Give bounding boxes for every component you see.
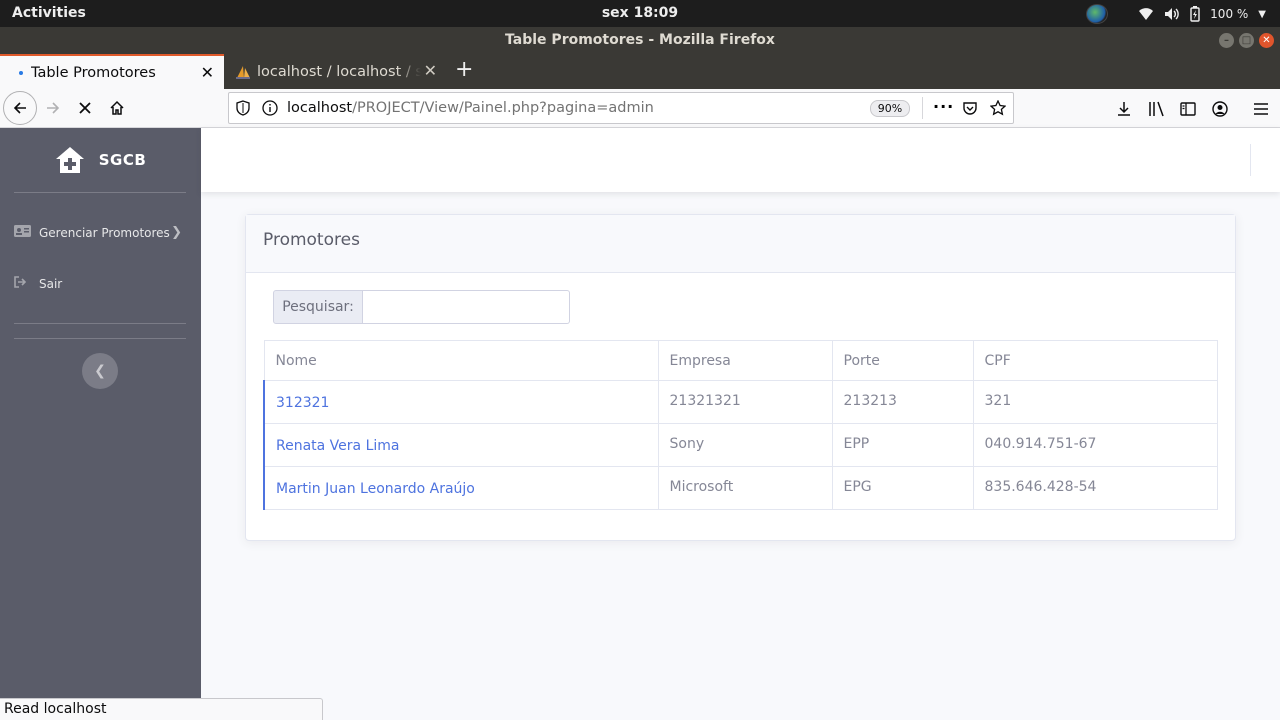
- maximize-button[interactable]: □: [1239, 33, 1254, 48]
- promotores-table: Nome Empresa Porte CPF 312321 21321321 2…: [263, 340, 1218, 510]
- new-tab-button[interactable]: +: [455, 59, 473, 81]
- chevron-left-icon: ❮: [94, 363, 106, 379]
- volume-icon: [1165, 8, 1179, 20]
- window-title-bar: Table Promotores - Mozilla Firefox – □ ✕: [0, 27, 1280, 54]
- sidebar-divider: [14, 338, 186, 339]
- topbar-divider: [1250, 144, 1251, 176]
- status-bar: Read localhost: [0, 698, 323, 720]
- sidebar-divider: [14, 323, 186, 324]
- brand-text: SGCB: [98, 151, 147, 169]
- column-header-cpf[interactable]: CPF: [972, 340, 1218, 381]
- arrow-left-icon: [13, 102, 26, 114]
- info-icon[interactable]: [262, 100, 278, 116]
- nav-toolbar: localhost/PROJECT/View/Painel.php?pagina…: [0, 89, 1280, 128]
- card-title: Promotores: [246, 215, 1235, 273]
- table-row[interactable]: Martin Juan Leonardo Araújo Microsoft EP…: [263, 466, 1218, 510]
- cell-empresa: Sony: [657, 423, 833, 467]
- cell-cpf: 040.914.751-67: [972, 423, 1218, 467]
- window-controls: – □ ✕: [1219, 33, 1274, 48]
- battery-icon: [1190, 6, 1200, 22]
- search-input[interactable]: [363, 290, 570, 324]
- cell-nome-link[interactable]: 312321: [263, 380, 659, 424]
- phpmyadmin-sail-icon: [236, 65, 250, 79]
- wifi-icon: [1139, 8, 1154, 20]
- bookmark-star-icon[interactable]: [990, 100, 1006, 116]
- pocket-icon[interactable]: [962, 100, 978, 116]
- back-button[interactable]: [3, 91, 37, 125]
- column-header-empresa[interactable]: Empresa: [657, 340, 833, 381]
- tab-strip: Table Promotores ✕ localhost / localhost…: [0, 54, 1280, 89]
- tab-table-promotores[interactable]: Table Promotores ✕: [0, 54, 224, 89]
- stop-button[interactable]: [69, 93, 101, 123]
- system-tray[interactable]: 100 % ▼: [1086, 4, 1266, 24]
- sidebar: SGCB Gerenciar Promotores ❯ Sair ❮: [0, 128, 201, 720]
- downloads-icon[interactable]: [1116, 101, 1132, 117]
- tab-label: Table Promotores: [31, 64, 156, 81]
- gnome-top-bar: Activities sex 18:09 100 % ▼: [0, 0, 1280, 27]
- cell-porte: EPG: [831, 466, 974, 510]
- sidebar-item-sair[interactable]: Sair: [14, 276, 186, 291]
- sidebar-toggle-button[interactable]: ❮: [82, 353, 118, 389]
- battery-percent: 100 %: [1210, 7, 1249, 21]
- column-header-porte[interactable]: Porte: [831, 340, 974, 381]
- cell-porte: EPP: [831, 423, 974, 467]
- chevron-right-icon: ❯: [171, 225, 182, 240]
- library-icon[interactable]: [1148, 101, 1165, 117]
- sidebar-item-gerenciar-promotores[interactable]: Gerenciar Promotores ❯: [14, 225, 186, 240]
- cell-nome-link[interactable]: Renata Vera Lima: [263, 423, 659, 467]
- tab-phpmyadmin[interactable]: localhost / localhost / sc ✕: [225, 54, 445, 89]
- arrow-right-icon: [47, 102, 60, 114]
- id-card-icon: [14, 225, 32, 240]
- content-topbar: [201, 128, 1280, 192]
- search-label: Pesquisar:: [273, 290, 363, 324]
- tab-label: localhost / localhost / sc: [257, 63, 421, 80]
- stop-x-icon: [79, 102, 91, 114]
- close-tab-icon[interactable]: ✕: [424, 61, 437, 80]
- sidebar-brand[interactable]: SGCB: [0, 144, 201, 176]
- globe-icon[interactable]: [1086, 4, 1109, 24]
- shield-icon[interactable]: [236, 100, 250, 116]
- table-row[interactable]: Renata Vera Lima Sony EPP 040.914.751-67: [263, 423, 1218, 467]
- close-tab-icon[interactable]: ✕: [201, 63, 214, 82]
- sign-out-icon: [14, 276, 32, 291]
- chevron-down-icon[interactable]: ▼: [1258, 9, 1266, 20]
- cell-empresa: Microsoft: [657, 466, 833, 510]
- cell-cpf: 321: [972, 380, 1218, 424]
- table-header-row: Nome Empresa Porte CPF: [263, 340, 1218, 381]
- cell-porte: 213213: [831, 380, 974, 424]
- search-group: Pesquisar:: [273, 290, 570, 324]
- sidebar-toggle-icon[interactable]: [1180, 101, 1196, 117]
- column-header-nome[interactable]: Nome: [263, 340, 659, 381]
- url-bar[interactable]: localhost/PROJECT/View/Painel.php?pagina…: [228, 92, 1014, 124]
- loading-dot-icon: [19, 70, 23, 75]
- forward-button[interactable]: [37, 93, 69, 123]
- minimize-button[interactable]: –: [1219, 33, 1234, 48]
- url-bar-separator: [922, 97, 923, 119]
- home-icon: [110, 100, 124, 115]
- cell-cpf: 835.646.428-54: [972, 466, 1218, 510]
- sidebar-item-label: Sair: [39, 276, 63, 291]
- house-medical-icon: [55, 147, 84, 173]
- account-icon[interactable]: [1212, 101, 1228, 117]
- home-button[interactable]: [101, 93, 133, 123]
- close-window-button[interactable]: ✕: [1259, 33, 1274, 48]
- table-row[interactable]: 312321 21321321 213213 321: [263, 380, 1218, 424]
- page-actions-icon[interactable]: ···: [933, 97, 954, 116]
- hamburger-menu-icon[interactable]: [1253, 101, 1269, 117]
- cell-nome-link[interactable]: Martin Juan Leonardo Araújo: [263, 466, 659, 510]
- url-text[interactable]: localhost/PROJECT/View/Painel.php?pagina…: [287, 100, 654, 116]
- promotores-card: Promotores Pesquisar: Nome Empresa Porte…: [245, 214, 1236, 541]
- zoom-indicator[interactable]: 90%: [870, 100, 910, 117]
- sidebar-divider: [14, 192, 186, 193]
- sidebar-item-label: Gerenciar Promotores: [39, 225, 170, 240]
- cell-empresa: 21321321: [657, 380, 833, 424]
- window-title: Table Promotores - Mozilla Firefox: [505, 32, 775, 48]
